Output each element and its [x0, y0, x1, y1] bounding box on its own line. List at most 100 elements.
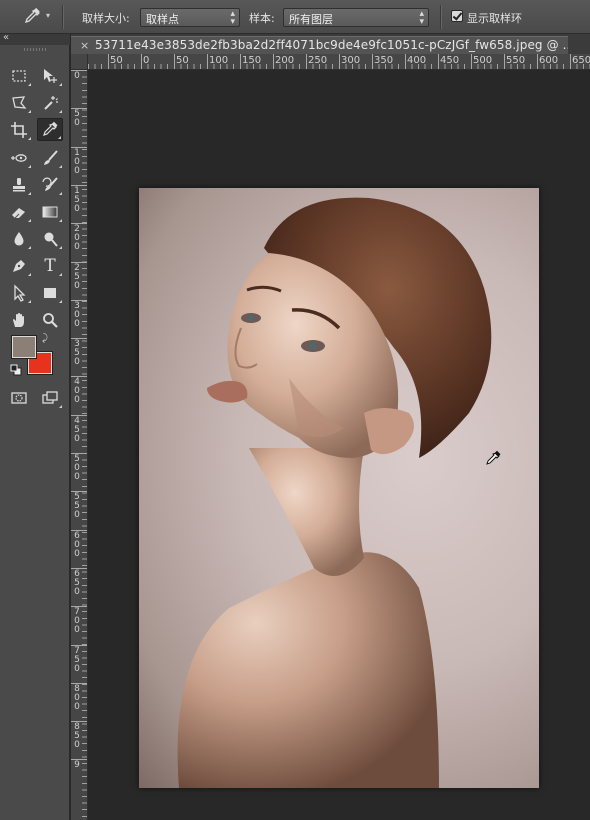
- ruler-label: 0: [74, 395, 80, 406]
- clone-stamp-tool[interactable]: [6, 173, 32, 196]
- ruler-label: 0: [143, 55, 150, 66]
- ruler-label: 0: [74, 71, 80, 81]
- type-icon: T: [44, 255, 56, 276]
- pen-icon: [13, 259, 25, 272]
- gradient-tool[interactable]: [37, 200, 63, 223]
- ruler-label: 0: [74, 357, 80, 368]
- swap-colors-icon[interactable]: ⤸: [42, 333, 48, 344]
- ruler-label: 0: [74, 472, 80, 482]
- eyedropper-icon: [43, 121, 58, 136]
- ruler-label: 600: [539, 55, 559, 66]
- quick-mask-button[interactable]: [6, 386, 32, 409]
- default-colors-icon[interactable]: [10, 364, 22, 376]
- ruler-major-tick: [174, 54, 175, 69]
- show-sampling-ring-checkbox[interactable]: [451, 10, 463, 22]
- horizontal-ruler[interactable]: 50 0 50 100 150 200 250 300 350 400 450 500 550 600 65…: [88, 54, 590, 70]
- ruler-label: 9: [74, 760, 80, 771]
- history-brush-tool[interactable]: [37, 173, 63, 196]
- dodge-icon: [44, 232, 58, 247]
- move-tool[interactable]: [37, 64, 63, 87]
- ruler-label: 0: [74, 433, 80, 444]
- magic-wand-tool[interactable]: [37, 91, 63, 114]
- updown-arrows-icon: ▴ ▾: [419, 9, 424, 27]
- rectangle-icon: [44, 287, 56, 298]
- sample-select[interactable]: 所有图层 ▴ ▾: [283, 8, 429, 27]
- path-selection-tool[interactable]: [6, 281, 32, 304]
- ruler-label: 150: [242, 55, 262, 66]
- blur-tool[interactable]: [6, 227, 32, 250]
- ruler-major-tick: [405, 54, 406, 69]
- ruler-label: 400: [407, 55, 427, 66]
- ruler-label: 0: [74, 548, 80, 559]
- ruler-ticks: [82, 70, 87, 820]
- document-tab-bar: × 53711e43e3853de2fb3ba2d2ff4071bc9de4e9…: [71, 34, 590, 54]
- foreground-color-swatch[interactable]: [12, 336, 36, 358]
- vertical-ruler[interactable]: 0501001502002503003504004505005506006507…: [71, 70, 88, 820]
- marquee-tool[interactable]: [6, 64, 32, 87]
- magic-wand-icon: [44, 95, 58, 110]
- document-tab-title: 53711e43e3853de2fb3ba2d2ff4071bc9de4e9fc…: [95, 38, 568, 52]
- panel-grip[interactable]: [24, 48, 46, 51]
- eraser-tool[interactable]: [6, 200, 32, 223]
- eyedropper-cursor-icon: [486, 450, 501, 465]
- crop-tool[interactable]: [6, 118, 32, 141]
- ruler-label: 650: [572, 55, 590, 66]
- hand-icon: [13, 312, 24, 327]
- ruler-label: 350: [374, 55, 394, 66]
- type-tool[interactable]: T: [37, 254, 63, 277]
- history-brush-icon: [42, 176, 58, 191]
- sample-value: 所有图层: [289, 13, 333, 26]
- crop-icon: [11, 121, 27, 138]
- lasso-tool[interactable]: [6, 91, 32, 114]
- brush-icon: [44, 149, 58, 165]
- hand-tool[interactable]: [6, 308, 32, 331]
- ruler-major-tick: [108, 54, 109, 69]
- ruler-major-tick: [537, 54, 538, 69]
- ruler-label: 500: [473, 55, 493, 66]
- move-icon: [44, 68, 57, 83]
- rectangle-tool[interactable]: [37, 281, 63, 304]
- sample-size-select[interactable]: 取样点 ▴ ▾: [140, 8, 240, 27]
- ruler-major-tick: [207, 54, 208, 69]
- polygon-lasso-icon: [12, 95, 27, 109]
- arrow-icon: [14, 283, 26, 302]
- screen-mode-button[interactable]: [37, 386, 63, 409]
- spot-healing-tool[interactable]: [6, 146, 32, 169]
- ruler-major-tick: [240, 54, 241, 69]
- document-image[interactable]: [139, 188, 539, 788]
- ruler-label: 50: [110, 55, 123, 66]
- ruler-major-tick: [471, 54, 472, 69]
- ruler-major-tick: [306, 54, 307, 69]
- ruler-major-tick: [339, 54, 340, 69]
- sample-label: 样本:: [249, 12, 275, 25]
- screen-mode-icon: [42, 390, 58, 404]
- divider: [62, 5, 63, 29]
- ruler-label: 0: [74, 663, 80, 674]
- eyedropper-icon: [24, 7, 40, 24]
- chevron-down-icon: ▾: [46, 11, 51, 20]
- sample-size-label: 取样大小:: [82, 12, 130, 25]
- dodge-tool[interactable]: [37, 227, 63, 250]
- sample-size-value: 取样点: [146, 13, 179, 26]
- zoom-icon: [43, 312, 58, 328]
- document-tab[interactable]: × 53711e43e3853de2fb3ba2d2ff4071bc9de4e9…: [71, 36, 568, 54]
- ruler-major-tick: [570, 54, 571, 69]
- rect-marquee-icon: [12, 69, 26, 82]
- canvas-area[interactable]: [89, 71, 590, 820]
- ruler-label: 250: [308, 55, 328, 66]
- brush-tool[interactable]: [37, 146, 63, 169]
- ruler-origin[interactable]: [71, 54, 88, 70]
- ruler-label: 450: [440, 55, 460, 66]
- tool-preset-picker[interactable]: ▾: [18, 7, 52, 27]
- ruler-label: 0: [74, 242, 80, 253]
- collapse-panel-icon[interactable]: «: [3, 32, 9, 43]
- pen-tool[interactable]: [6, 254, 32, 277]
- eyedropper-tool[interactable]: [37, 118, 63, 141]
- zoom-tool[interactable]: [37, 308, 63, 331]
- options-bar: ▾ 取样大小: 取样点 ▴ ▾ 样本: 所有图层 ▴ ▾ 显示取样环: [0, 0, 590, 34]
- gradient-icon: [42, 206, 58, 217]
- eraser-icon: [12, 207, 25, 218]
- ruler-label: 0: [74, 280, 80, 291]
- ruler-label: 0: [74, 740, 80, 751]
- close-icon[interactable]: ×: [80, 37, 89, 54]
